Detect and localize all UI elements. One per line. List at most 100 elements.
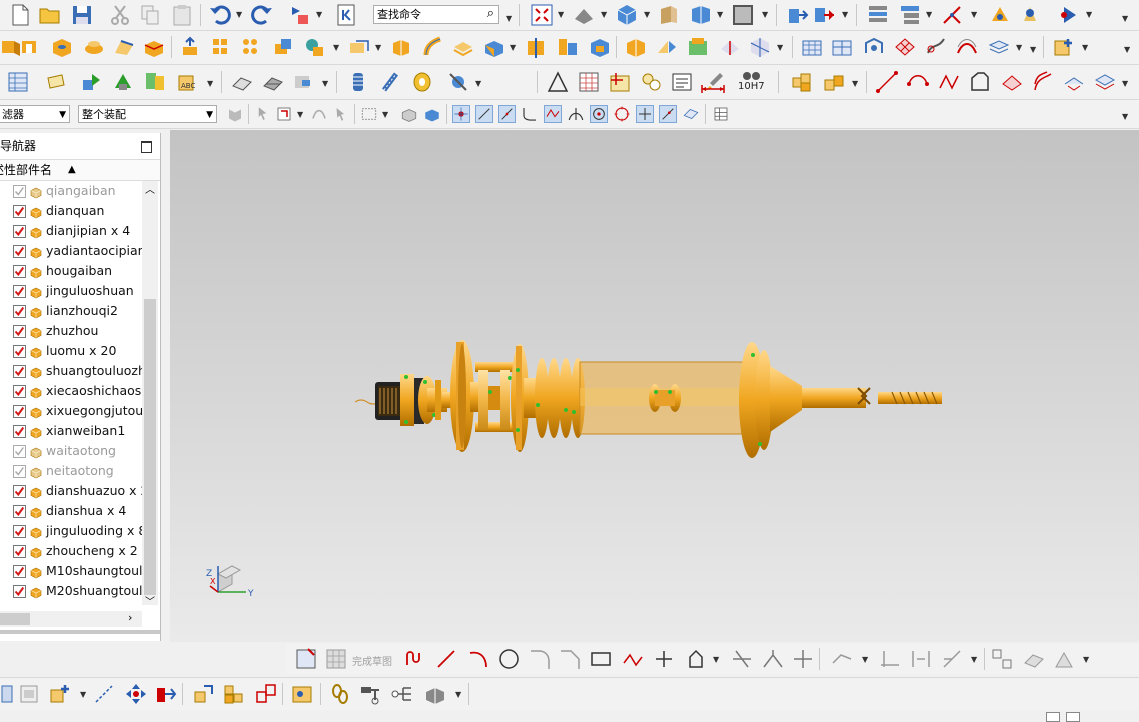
tree-row[interactable]: hougaiban [0, 261, 142, 281]
selection-filter-icon[interactable] [288, 3, 312, 27]
tree-row[interactable]: waitaotong [0, 441, 142, 461]
move-icon[interactable] [124, 682, 148, 706]
sketch-circle-icon[interactable] [497, 647, 521, 671]
visibility-checkbox[interactable] [13, 245, 26, 258]
scrollbar-thumb[interactable] [144, 299, 156, 595]
visibility-checkbox[interactable] [13, 305, 26, 318]
boss-icon[interactable] [82, 35, 106, 59]
analysis-icon[interactable] [1018, 3, 1042, 27]
tree-row[interactable]: jinguluoshuan [0, 281, 142, 301]
sketch-point-icon[interactable] [652, 647, 676, 671]
spring-icon[interactable] [346, 70, 370, 94]
tree-row[interactable]: dianjipian x 4 [0, 221, 142, 241]
sketch-trim-icon[interactable] [730, 647, 754, 671]
split-body-icon[interactable] [525, 35, 549, 59]
render-style-icon[interactable] [572, 3, 596, 27]
assembly-tree-icon[interactable] [898, 3, 922, 27]
sort-ascending-icon[interactable]: ▲ [68, 160, 76, 180]
visibility-checkbox[interactable] [13, 505, 26, 518]
pull-face-icon[interactable] [686, 35, 710, 59]
tree-row[interactable]: luomu x 20 [0, 341, 142, 361]
horizontal-scrollbar[interactable]: › [0, 611, 142, 627]
scroll-up-icon[interactable]: ︿ [145, 181, 155, 196]
spline-icon[interactable] [937, 70, 961, 94]
visibility-checkbox[interactable] [13, 345, 26, 358]
visibility-checkbox[interactable] [13, 225, 26, 238]
visibility-checkbox[interactable] [13, 565, 26, 578]
sketch-project-icon[interactable] [1052, 647, 1076, 671]
new-file-icon[interactable] [8, 3, 32, 27]
link-icon[interactable] [328, 682, 352, 706]
tree-row[interactable]: xianweiban1 [0, 421, 142, 441]
snap-intersection-icon[interactable] [567, 105, 585, 123]
scroll-down-icon[interactable]: ﹀ [145, 593, 155, 608]
snap-on-curve-icon[interactable] [659, 105, 677, 123]
project-curve-icon[interactable] [1000, 70, 1024, 94]
tree-row[interactable]: dianshua x 4 [0, 501, 142, 521]
redo-icon[interactable] [250, 3, 274, 27]
offset-curve-icon[interactable] [1031, 70, 1055, 94]
visibility-checkbox[interactable] [13, 405, 26, 418]
scroll-right-icon[interactable]: › [128, 611, 132, 624]
bearing-icon[interactable] [410, 70, 434, 94]
graphics-viewport[interactable]: Y Z X [170, 130, 1139, 642]
tree-row[interactable]: dianshuazuo x 2 [0, 481, 142, 501]
open-folder-icon[interactable] [38, 3, 62, 27]
studio-surface-icon[interactable] [862, 35, 886, 59]
replace-face-icon[interactable] [588, 35, 612, 59]
view-orient-icon[interactable] [657, 3, 681, 27]
add-part-icon[interactable] [48, 682, 72, 706]
gear-icon[interactable] [446, 70, 470, 94]
tree-row[interactable]: M10shaungtoulu [0, 561, 142, 581]
snap-point-icon[interactable] [636, 105, 654, 123]
sketch-arc-icon[interactable] [466, 647, 490, 671]
line-icon[interactable] [875, 70, 899, 94]
shell-icon[interactable] [18, 35, 42, 59]
type-filter-combo[interactable]: 滤器 ▼ [0, 105, 70, 123]
sketch-extend-icon[interactable] [761, 647, 785, 671]
sync-modeling-icon[interactable] [624, 35, 648, 59]
resize-face-icon[interactable] [748, 35, 772, 59]
search-icon[interactable]: ⌕ [487, 5, 494, 23]
wave-link-icon[interactable] [254, 682, 278, 706]
visibility-checkbox[interactable] [13, 365, 26, 378]
arc-icon[interactable] [906, 70, 930, 94]
motion-icon[interactable] [358, 682, 382, 706]
visibility-checkbox[interactable] [13, 425, 26, 438]
finish-sketch-label[interactable]: 完成草图 [352, 653, 392, 668]
tree-row[interactable]: qiangaiban [0, 181, 142, 201]
constraint-icon[interactable] [812, 3, 836, 27]
table-grid-icon[interactable] [577, 70, 601, 94]
visibility-checkbox[interactable] [13, 385, 26, 398]
route-icon[interactable] [390, 682, 414, 706]
ruled-surface-icon[interactable] [955, 35, 979, 59]
sketch-auto-constraint-icon[interactable] [940, 647, 964, 671]
snap-endpoint-icon[interactable] [452, 105, 470, 123]
n-sided-icon[interactable] [893, 35, 917, 59]
interference-check-icon[interactable] [423, 682, 447, 706]
filter-reset-icon[interactable] [226, 105, 244, 123]
visibility-checkbox[interactable] [13, 585, 26, 598]
dimension-icon[interactable] [700, 79, 726, 97]
blend-icon[interactable] [112, 35, 136, 59]
component-group-icon[interactable] [790, 70, 814, 94]
assembly-constraint-icon[interactable] [154, 682, 178, 706]
tree-row[interactable]: neitaotong [0, 461, 142, 481]
shaded-cube-icon[interactable] [615, 3, 639, 27]
add-component-icon[interactable] [1052, 35, 1076, 59]
vertical-scrollbar[interactable]: ︿ ﹀ [142, 181, 158, 608]
undo-icon[interactable] [208, 3, 232, 27]
sketch-dimension-icon[interactable] [878, 647, 902, 671]
sketch-fillet-icon[interactable] [528, 647, 552, 671]
play-icon[interactable] [1058, 3, 1082, 27]
display-icon[interactable] [292, 70, 316, 94]
array-icon[interactable] [240, 35, 264, 59]
offset-region-icon[interactable] [718, 35, 742, 59]
balloon-icon[interactable] [639, 70, 663, 94]
sketch-corner-icon[interactable] [791, 647, 815, 671]
profile-sketch-icon[interactable] [404, 647, 428, 671]
info-icon[interactable] [335, 3, 359, 27]
draft-icon[interactable] [389, 35, 413, 59]
unite-icon[interactable] [272, 35, 296, 59]
visibility-checkbox[interactable] [13, 545, 26, 558]
